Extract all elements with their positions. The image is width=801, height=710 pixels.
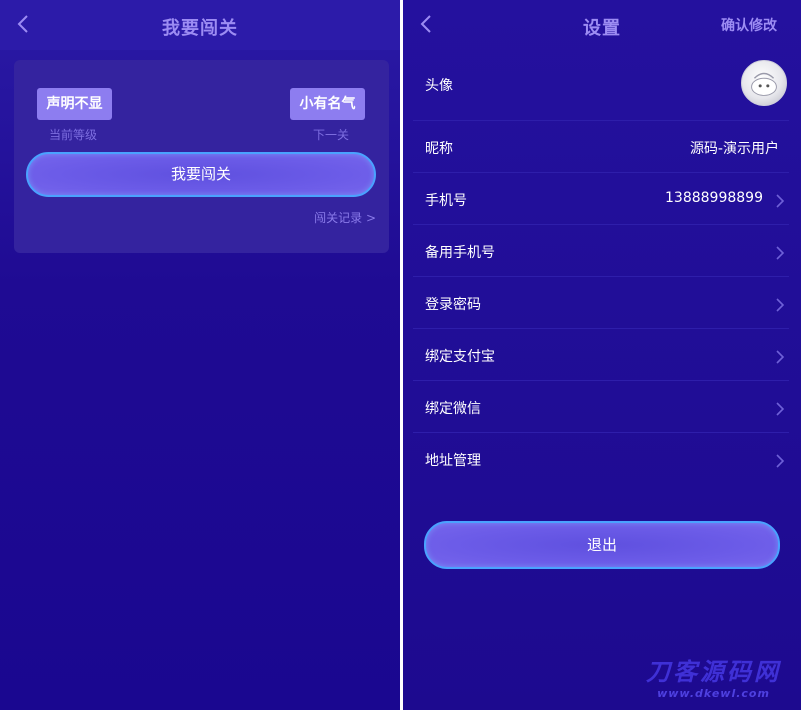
watermark: 刀客源码网 www.dkewl.com xyxy=(646,652,781,700)
avatar[interactable] xyxy=(741,60,787,106)
row-label: 头像 xyxy=(425,78,453,94)
logout-button[interactable]: 退出 xyxy=(424,521,780,569)
settings-row-backup-phone[interactable]: 备用手机号 xyxy=(413,225,789,277)
level-card: 声明不显 小有名气 当前等级 下一关 我要闯关 闯关记录 > xyxy=(14,60,389,253)
chevron-right-icon xyxy=(775,349,785,365)
row-value: 源码-演示用户 xyxy=(689,141,779,157)
page-title: 我要闯关 xyxy=(162,18,238,39)
watermark-url: www.dkewl.com xyxy=(657,687,770,700)
settings-screen: 设置 确认修改 头像 昵称 源码-演示用户 手机号 13888998899 备用… xyxy=(403,0,801,710)
chevron-right-icon xyxy=(775,401,785,417)
row-label: 绑定支付宝 xyxy=(425,349,495,365)
challenge-screen: 我要闯关 声明不显 小有名气 当前等级 下一关 我要闯关 闯关记录 > xyxy=(0,0,400,710)
next-level-badge: 小有名气 xyxy=(290,88,365,120)
top-bar: 我要闯关 xyxy=(0,0,400,50)
confirm-button[interactable]: 确认修改 xyxy=(721,15,777,35)
settings-row-avatar[interactable]: 头像 xyxy=(413,57,789,121)
watermark-name: 刀客源码网 xyxy=(646,658,781,686)
row-label: 备用手机号 xyxy=(425,245,495,261)
settings-row-nickname[interactable]: 昵称 源码-演示用户 xyxy=(413,121,789,173)
row-label: 登录密码 xyxy=(425,297,481,313)
current-level-badge: 声明不显 xyxy=(37,88,112,120)
settings-row-phone[interactable]: 手机号 13888998899 xyxy=(413,173,789,225)
settings-row-login-password[interactable]: 登录密码 xyxy=(413,277,789,329)
row-label: 手机号 xyxy=(425,193,467,209)
chevron-right-icon xyxy=(775,245,785,261)
settings-row-wechat[interactable]: 绑定微信 xyxy=(413,381,789,433)
row-value: 13888998899 xyxy=(665,190,763,206)
row-label: 绑定微信 xyxy=(425,401,481,417)
challenge-button[interactable]: 我要闯关 xyxy=(26,152,376,197)
chevron-right-icon xyxy=(775,453,785,469)
row-label: 昵称 xyxy=(425,141,453,157)
current-level-caption: 当前等级 xyxy=(49,128,98,142)
settings-row-alipay[interactable]: 绑定支付宝 xyxy=(413,329,789,381)
challenge-record-link[interactable]: 闯关记录 > xyxy=(314,209,376,226)
chevron-right-icon xyxy=(775,193,785,209)
chevron-right-icon xyxy=(775,297,785,313)
row-label: 地址管理 xyxy=(425,453,481,469)
settings-row-address[interactable]: 地址管理 xyxy=(413,433,789,485)
top-bar: 设置 确认修改 xyxy=(403,0,801,50)
next-level-caption: 下一关 xyxy=(312,128,349,142)
